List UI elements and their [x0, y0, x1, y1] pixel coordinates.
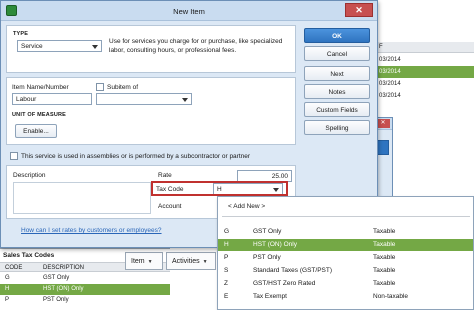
- next-button[interactable]: Next: [304, 66, 370, 81]
- rate-label: Rate: [158, 172, 172, 179]
- background-list-row[interactable]: 03/2014: [373, 90, 474, 102]
- cancel-button[interactable]: Cancel: [304, 46, 370, 61]
- dropdown-option[interactable]: Z GST/HST Zero Rated Taxable: [218, 278, 473, 290]
- type-label: TYPE: [13, 31, 29, 37]
- item-name-label: Item Name/Number: [12, 84, 69, 91]
- description-label: Description: [13, 172, 46, 179]
- type-select[interactable]: Service: [17, 40, 102, 52]
- dropdown-option[interactable]: P PST Only Taxable: [218, 252, 473, 264]
- notes-button[interactable]: Notes: [304, 84, 370, 99]
- dialog-titlebar: New Item ✕: [1, 1, 377, 21]
- item-menu-button[interactable]: Item ▼: [125, 252, 163, 270]
- chevron-down-icon: [182, 98, 188, 102]
- background-list-panel: F 03/2014 03/2014 03/2014 03/2014: [372, 0, 474, 100]
- description-textarea[interactable]: [13, 182, 151, 214]
- enable-unit-of-measure-button[interactable]: Enable...: [15, 124, 57, 138]
- dropdown-option[interactable]: S Standard Taxes (GST/PST) Taxable: [218, 265, 473, 277]
- dropdown-option-selected[interactable]: H HST (ON) Only Taxable: [218, 239, 473, 251]
- table-row[interactable]: G GST Only: [0, 273, 170, 284]
- background-list-row[interactable]: 03/2014: [373, 54, 474, 66]
- column-header-code[interactable]: CODE: [5, 265, 22, 271]
- dropdown-option[interactable]: E Tax Exempt Non-taxable: [218, 291, 473, 303]
- rates-help-link[interactable]: How can I set rates by customers or empl…: [21, 227, 162, 234]
- bottom-toolbar: Item ▼ Activities ▼: [125, 252, 225, 274]
- table-row[interactable]: P PST Only: [0, 295, 170, 306]
- dropdown-divider: [222, 216, 470, 217]
- ok-button[interactable]: OK: [304, 28, 370, 43]
- sales-tax-list-title: Sales Tax Codes: [3, 252, 55, 259]
- background-list-header: F: [373, 42, 474, 53]
- chevron-down-icon: ▼: [147, 259, 153, 265]
- dropdown-option[interactable]: G GST Only Taxable: [218, 226, 473, 238]
- chevron-down-icon: ▼: [202, 259, 208, 265]
- add-new-option[interactable]: < Add New >: [228, 203, 265, 210]
- background-list-row[interactable]: 03/2014: [373, 78, 474, 90]
- background-list-row[interactable]: 03/2014: [373, 66, 474, 78]
- column-header-description[interactable]: DESCRIPTION: [43, 265, 84, 271]
- unit-of-measure-label: UNIT OF MEASURE: [12, 112, 67, 118]
- account-label: Account: [158, 203, 182, 210]
- close-icon[interactable]: ✕: [345, 3, 373, 17]
- table-row[interactable]: H HST (ON) Only: [0, 284, 170, 295]
- assembly-label: This service is used in assemblies or is…: [21, 153, 251, 160]
- spelling-button[interactable]: Spelling: [304, 120, 370, 135]
- dialog-title: New Item: [173, 7, 205, 16]
- subitem-checkbox[interactable]: [96, 83, 104, 91]
- tax-code-dropdown-list: < Add New > G GST Only Taxable H HST (ON…: [217, 196, 474, 310]
- assembly-checkbox[interactable]: [10, 152, 18, 160]
- activities-menu-button[interactable]: Activities ▼: [166, 252, 216, 270]
- close-icon[interactable]: ✕: [376, 119, 390, 128]
- chevron-down-icon: [92, 45, 98, 49]
- type-description: Use for services you charge for or purch…: [109, 38, 283, 54]
- subitem-select[interactable]: [96, 93, 192, 105]
- tax-code-highlight-box: [151, 181, 288, 196]
- subitem-label: Subitem of: [107, 84, 139, 91]
- custom-fields-button[interactable]: Custom Fields: [304, 102, 370, 117]
- item-name-input[interactable]: Labour: [12, 93, 92, 105]
